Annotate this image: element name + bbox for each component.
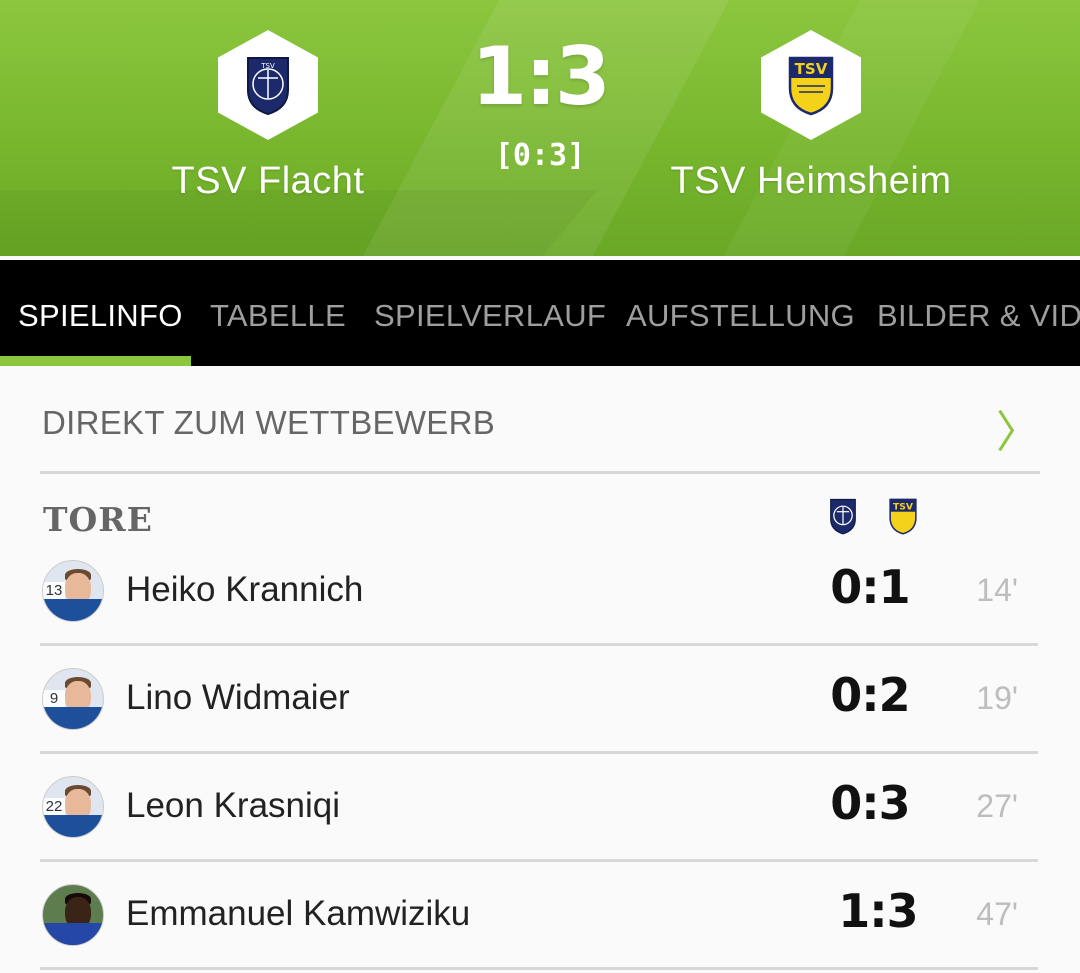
goal-minute: 27' (976, 788, 1018, 824)
svg-text:TSV: TSV (893, 501, 914, 512)
goal-score: 0:3 (830, 776, 910, 830)
halftime-score: [0:3] (494, 138, 586, 173)
away-team[interactable]: TSV TSV Heimsheim (661, 30, 961, 203)
svg-text:TSV: TSV (260, 62, 275, 70)
tab-spielinfo[interactable]: SPIELINFO (18, 298, 183, 334)
tab-tabelle[interactable]: TABELLE (210, 298, 346, 334)
goals-section-title: TORE (43, 500, 153, 539)
home-team-crest: TSV (218, 30, 318, 140)
goal-row[interactable]: 22 Leon Krasniqi 0:3 27' (40, 754, 1038, 862)
tab-spielverlauf[interactable]: SPIELVERLAUF (374, 298, 606, 334)
direct-to-competition-label: DIREKT ZUM WETTBEWERB (42, 404, 496, 441)
player-number: 22 (43, 798, 65, 815)
goal-scorer-name: Leon Krasniqi (126, 786, 341, 825)
match-header: TSV TSV Flacht 1:3 [0:3] TSV TSV Heimshe… (0, 0, 1080, 256)
goal-minute: 19' (976, 680, 1018, 716)
player-number: 13 (43, 582, 65, 599)
away-team-name: TSV Heimsheim (670, 160, 952, 202)
direct-to-competition-link[interactable]: DIREKT ZUM WETTBEWERB 〉 (40, 372, 1040, 474)
goal-row[interactable]: Emmanuel Kamwiziku 1:3 47' (40, 862, 1038, 970)
home-crest-small-icon (828, 497, 858, 535)
chevron-right-icon: 〉 (996, 407, 1040, 458)
home-team-name: TSV Flacht (171, 160, 365, 202)
player-avatar (42, 884, 104, 946)
away-crest-small-icon: TSV (888, 497, 918, 535)
goal-minute: 14' (976, 572, 1018, 608)
home-crest-icon: TSV (247, 57, 289, 116)
svg-text:TSV: TSV (795, 60, 828, 78)
goal-scorer-name: Heiko Krannich (126, 570, 364, 609)
active-tab-indicator (0, 356, 191, 366)
player-number: 9 (43, 690, 65, 707)
player-avatar: 13 (42, 560, 104, 622)
goal-score: 1:3 (838, 884, 918, 938)
goal-scorer-name: Lino Widmaier (126, 678, 350, 717)
goal-scorer-name: Emmanuel Kamwiziku (126, 894, 471, 933)
tab-bilder-videos[interactable]: BILDER & VIDEOS (877, 298, 1080, 334)
tab-bar: SPIELINFO TABELLE SPIELVERLAUF AUFSTELLU… (0, 260, 1080, 366)
goal-row[interactable]: 13 Heiko Krannich 0:1 14' (40, 538, 1038, 646)
final-score: 1:3 (471, 30, 610, 123)
goal-score: 0:1 (830, 560, 910, 614)
player-avatar: 22 (42, 776, 104, 838)
home-team[interactable]: TSV TSV Flacht (118, 30, 418, 203)
tab-aufstellung[interactable]: AUFSTELLUNG (626, 298, 855, 334)
away-crest-icon: TSV (788, 56, 834, 116)
goal-minute: 47' (976, 896, 1018, 932)
goal-row[interactable]: 9 Lino Widmaier 0:2 19' (40, 646, 1038, 754)
goal-score: 0:2 (830, 668, 910, 722)
away-team-crest: TSV (761, 30, 861, 140)
player-avatar: 9 (42, 668, 104, 730)
